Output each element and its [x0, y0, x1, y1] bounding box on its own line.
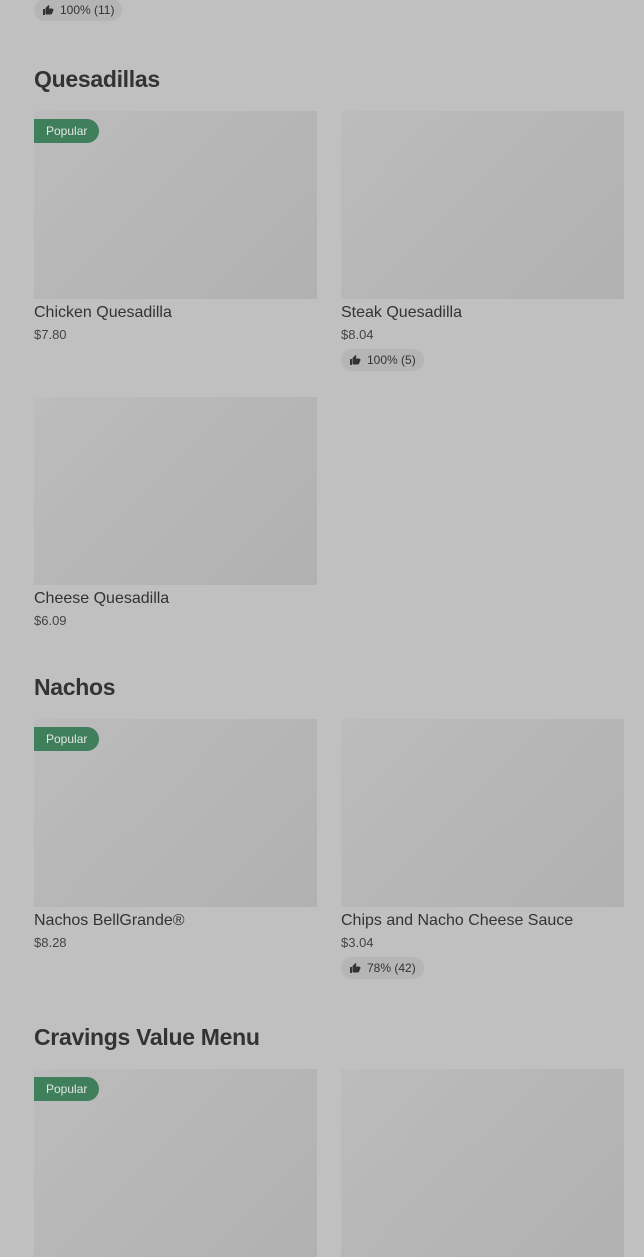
thumbs-up-icon	[43, 5, 54, 15]
section-title-cravings-value-menu: Cravings Value Menu	[34, 1024, 260, 1050]
menu-item-price: $7.80	[34, 327, 67, 342]
menu-item-card[interactable]	[341, 1069, 624, 1257]
menu-item-price: $8.04	[341, 327, 374, 342]
menu-item-name: Chicken Quesadilla	[34, 304, 172, 321]
menu-item-image	[34, 397, 317, 585]
popular-badge: Popular	[34, 1077, 100, 1101]
menu-item-card[interactable]: Popular Nachos BellGrande® $8.28	[34, 719, 317, 950]
menu-item-image: Popular	[34, 111, 317, 299]
menu-item-image: Popular	[34, 719, 317, 907]
menu-item-image	[341, 1069, 624, 1257]
popular-badge: Popular	[34, 727, 100, 751]
rating-pill: 100% (11)	[34, 0, 123, 21]
rating-pill: 78% (42)	[341, 957, 424, 979]
section-title-nachos: Nachos	[34, 674, 116, 700]
menu-item-name: Chips and Nacho Cheese Sauce	[341, 912, 574, 929]
menu-item-card[interactable]: Popular	[34, 1069, 317, 1257]
menu-item-image	[341, 719, 624, 907]
menu-item-card[interactable]: Popular Chicken Quesadilla $7.80	[34, 111, 317, 342]
menu-item-card[interactable]: Chips and Nacho Cheese Sauce $3.04 78% (…	[341, 719, 624, 979]
menu-item-price: $8.28	[34, 935, 67, 950]
section-title-quesadillas: Quesadillas	[34, 66, 160, 92]
rating-pill: 100% (5)	[341, 349, 424, 371]
rating-text: 100% (11)	[60, 3, 115, 17]
menu-item-price: $6.09	[34, 613, 67, 628]
thumbs-up-icon	[350, 355, 361, 365]
menu-item-image: Popular	[34, 1069, 317, 1257]
rating-text: 100% (5)	[367, 353, 416, 367]
menu-item-card[interactable]: Cheese Quesadilla $6.09	[34, 397, 317, 628]
menu-item-card[interactable]: Steak Quesadilla $8.04 100% (5)	[341, 111, 624, 371]
rating-text: 78% (42)	[367, 961, 416, 975]
popular-badge: Popular	[34, 119, 100, 143]
thumbs-up-icon	[350, 963, 361, 973]
menu-item-name: Steak Quesadilla	[341, 304, 462, 321]
menu-item-price: $3.04	[341, 935, 374, 950]
menu-item-name: Cheese Quesadilla	[34, 590, 170, 607]
menu-item-image	[341, 111, 624, 299]
menu-item-name: Nachos BellGrande®	[34, 912, 185, 929]
